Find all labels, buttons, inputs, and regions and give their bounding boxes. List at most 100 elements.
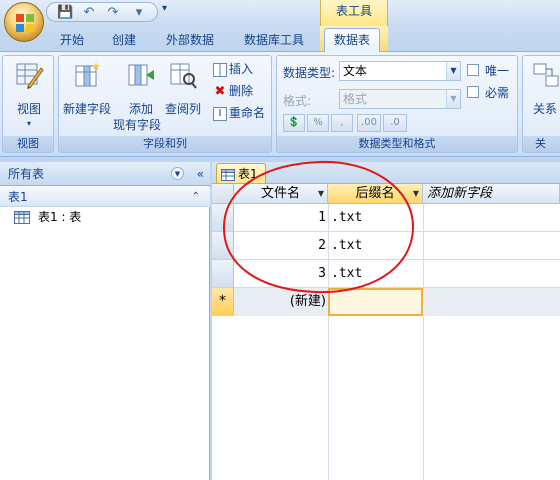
views-group-label: 视图: [3, 136, 53, 152]
column-header-label: 后缀名: [355, 186, 395, 201]
fields-columns-group-label: 字段和列: [59, 136, 271, 152]
nav-item-table1[interactable]: 表1 : 表: [14, 208, 81, 226]
nav-pane-header[interactable]: 所有表 ▼ «: [0, 162, 210, 186]
decrease-decimals-icon: .0: [390, 117, 400, 128]
nav-item-label: 表1 : 表: [38, 210, 82, 224]
add-existing-label-2: 现有字段: [113, 118, 162, 132]
format-select[interactable]: 格式 ▼: [339, 89, 461, 109]
tab-datasheet[interactable]: 数据表: [324, 28, 380, 52]
table-tools-contextual-title: 表工具: [320, 0, 388, 26]
datatype-select[interactable]: 文本 ▼: [339, 61, 461, 81]
document-tab-table1[interactable]: 表1: [216, 163, 266, 183]
chevron-down-icon[interactable]: ▼: [318, 184, 324, 204]
currency-format-button[interactable]: 💲: [283, 114, 305, 132]
cell-filename[interactable]: 1: [238, 204, 326, 232]
view-button[interactable]: 视图 ▾: [7, 60, 51, 128]
cell-extension[interactable]: .txt: [331, 260, 421, 288]
insert-column-button[interactable]: 插入: [213, 60, 253, 78]
add-existing-fields-button[interactable]: 添加: [119, 60, 163, 117]
nav-group-title: 表1: [8, 190, 28, 204]
rename-column-button[interactable]: I 重命名: [213, 104, 265, 122]
tab-create[interactable]: 创建: [104, 30, 144, 50]
datatype-format-group: 数据类型: 文本 ▼ 格式: 格式 ▼ 唯一 必需 💲 % , .00 .0 数…: [276, 55, 518, 153]
insert-label: 插入: [229, 62, 254, 76]
new-field-icon: [75, 62, 100, 87]
row-selector[interactable]: [212, 260, 234, 288]
office-logo-icon: [16, 14, 34, 32]
new-field-button[interactable]: 新建字段: [61, 60, 113, 117]
relationships-icon: [533, 63, 559, 87]
insert-column-icon: [213, 62, 227, 77]
fields-columns-group: 新建字段 添加 查阅列 插入 ✖ 删除 I 重命名 现有字段 字段和列: [58, 55, 272, 153]
nav-pane-title: 所有表: [8, 167, 45, 181]
chevron-down-icon: ▼: [446, 62, 460, 80]
decrease-decimals-button[interactable]: .0: [383, 114, 407, 132]
tab-database-tools[interactable]: 数据库工具: [236, 30, 312, 50]
table-icon: [221, 168, 235, 181]
row-selector[interactable]: [212, 204, 234, 232]
add-existing-fields-icon: [128, 64, 154, 86]
office-button[interactable]: [4, 2, 44, 42]
save-icon[interactable]: 💾: [57, 5, 73, 21]
lookup-column-button[interactable]: 查阅列: [163, 60, 203, 117]
customize-qat-icon[interactable]: ▾: [162, 3, 172, 17]
tab-home[interactable]: 开始: [52, 30, 92, 50]
relationships-group-label: 关: [523, 136, 560, 152]
cell-filename[interactable]: 2: [238, 232, 326, 260]
shutter-bar-close-icon[interactable]: «: [197, 162, 204, 186]
qat-dropdown-icon[interactable]: ▾: [131, 5, 147, 21]
datatype-label: 数据类型:: [283, 66, 336, 80]
increase-decimals-icon: .00: [361, 117, 377, 128]
comma-format-button[interactable]: ,: [331, 114, 353, 132]
rename-label: 重命名: [229, 106, 266, 120]
select-all-corner[interactable]: [212, 184, 234, 204]
new-record-selector[interactable]: *: [212, 288, 234, 316]
redo-icon[interactable]: ↷: [105, 5, 121, 21]
new-field-label: 新建字段: [62, 102, 111, 116]
unique-label: 唯一: [485, 64, 510, 78]
unique-checkbox[interactable]: [467, 64, 479, 76]
column-header-extension[interactable]: 后缀名 ▼: [328, 184, 423, 204]
format-label: 格式:: [283, 94, 312, 108]
datatype-format-group-label: 数据类型和格式: [277, 136, 517, 152]
collapse-group-icon[interactable]: ⌃: [192, 187, 200, 207]
quick-access-toolbar: 💾 ↶ ↷ ▾: [46, 2, 158, 22]
delete-label: 删除: [229, 84, 254, 98]
relationships-button[interactable]: 关系: [525, 60, 560, 117]
currency-icon: 💲: [287, 117, 301, 128]
cell-extension[interactable]: .txt: [331, 232, 421, 260]
cell-filename[interactable]: 3: [238, 260, 326, 288]
datatype-value: 文本: [343, 64, 368, 78]
cell-extension[interactable]: .txt: [331, 204, 421, 232]
lookup-column-label: 查阅列: [164, 102, 201, 116]
views-group: 视图 ▾ 视图: [2, 55, 54, 153]
row-selector[interactable]: [212, 232, 234, 260]
column-header-filename[interactable]: 文件名 ▼: [234, 184, 328, 204]
lookup-column-icon: [170, 63, 197, 89]
comma-icon: ,: [340, 117, 344, 128]
grid-line: [423, 204, 424, 480]
required-checkbox[interactable]: [467, 86, 479, 98]
column-header-label: 文件名: [260, 186, 300, 201]
rename-column-icon: I: [213, 106, 227, 121]
chevron-down-icon[interactable]: ▼: [413, 184, 419, 204]
column-header-add-new-field[interactable]: 添加新字段: [423, 184, 560, 204]
delete-column-button[interactable]: ✖ 删除: [213, 82, 253, 100]
view-label: 视图: [16, 102, 41, 116]
required-label: 必需: [485, 86, 510, 100]
undo-icon[interactable]: ↶: [81, 5, 97, 21]
nav-menu-dropdown-icon[interactable]: ▼: [171, 167, 184, 180]
percent-format-button[interactable]: %: [307, 114, 329, 132]
add-existing-label-1: 添加: [128, 102, 153, 116]
tab-external-data[interactable]: 外部数据: [158, 30, 222, 50]
percent-icon: %: [313, 117, 323, 128]
active-cell[interactable]: [328, 288, 423, 316]
chevron-down-icon: ▼: [446, 90, 460, 108]
nav-group-header[interactable]: 表1 ⌃: [0, 187, 210, 207]
new-record-placeholder[interactable]: (新建): [238, 288, 326, 316]
view-dropdown-icon: ▾: [26, 119, 31, 128]
format-value: 格式: [343, 92, 368, 106]
relationships-label: 关系: [532, 102, 557, 116]
grid-line: [328, 204, 329, 480]
increase-decimals-button[interactable]: .00: [357, 114, 381, 132]
